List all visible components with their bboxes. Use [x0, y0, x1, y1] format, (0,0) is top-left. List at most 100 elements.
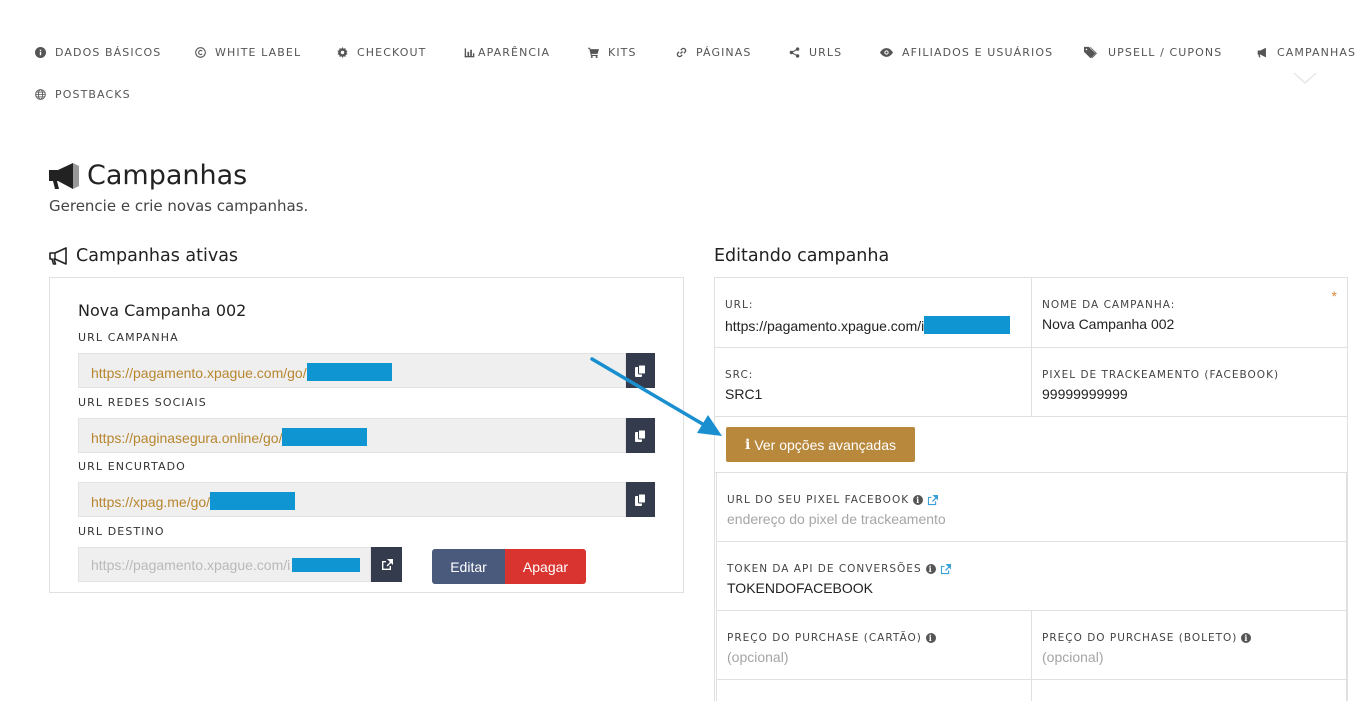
url-field-value: https://pagamento.xpague.com/i	[725, 316, 1011, 334]
campaign-name-field[interactable]: NOME DA CAMPANHA: Nova Campanha 002 *	[1031, 278, 1347, 348]
pixel-url-label: URL DO SEU PIXEL FACEBOOK i	[727, 494, 939, 506]
next-field-right[interactable]	[1031, 680, 1347, 701]
copy-icon	[634, 493, 646, 506]
nav-tab-label: WHITE LABEL	[215, 46, 302, 59]
nav-tab-paginas[interactable]: PÁGINAS	[675, 46, 751, 59]
pixel-value: 99999999999	[1042, 386, 1128, 402]
nav-tab-label: POSTBACKS	[55, 88, 131, 101]
edit-campaign-form: URL: https://pagamento.xpague.com/i NOME…	[714, 277, 1348, 701]
pixel-url-label-text: URL DO SEU PIXEL FACEBOOK	[727, 494, 910, 506]
campaign-name-label: NOME DA CAMPANHA:	[1042, 299, 1176, 311]
info-icon: i	[925, 564, 936, 574]
pixel-field[interactable]: PIXEL DE TRACKEAMENTO (FACEBOOK) 9999999…	[1031, 348, 1347, 417]
url-campanha-value: https://pagamento.xpague.com/go/	[91, 365, 307, 381]
advanced-options-label: Ver opções avançadas	[754, 436, 896, 453]
nav-tab-label: AFILIADOS E USUÁRIOS	[902, 46, 1054, 59]
nav-tab-label: PÁGINAS	[696, 46, 752, 59]
url-destino-label: URL DESTINO	[78, 525, 165, 538]
info-circle-icon	[34, 47, 46, 59]
open-url-destino-button[interactable]	[371, 547, 402, 582]
nav-tab-campanhas[interactable]: CAMPANHAS	[1256, 46, 1356, 59]
redaction-mask	[306, 363, 392, 381]
copy-url-campanha-button[interactable]	[626, 353, 655, 388]
eye-icon	[879, 47, 893, 59]
campaign-card: Nova Campanha 002 URL CAMPANHA https://p…	[49, 277, 684, 593]
external-link-icon	[381, 558, 393, 570]
nav-tab-aparencia[interactable]: APARÊNCIA	[463, 46, 550, 59]
pixel-url-placeholder: endereço do pixel de trackeamento	[727, 511, 946, 527]
nav-tab-label: CHECKOUT	[357, 46, 427, 59]
redaction-mask	[282, 428, 368, 446]
share-icon	[788, 47, 800, 59]
nav-tab-postbacks[interactable]: POSTBACKS	[34, 88, 131, 101]
advanced-options-button[interactable]: i Ver opções avançadas	[726, 427, 915, 462]
active-tab-indicator	[1293, 72, 1317, 84]
active-campaigns-title: Campanhas ativas	[49, 246, 238, 266]
preco-boleto-field[interactable]: PREÇO DO PURCHASE (BOLETO) i (opcional)	[1031, 611, 1347, 680]
url-redes-value: https://paginasegura.online/go/	[91, 430, 283, 446]
url-field-text: https://pagamento.xpague.com/i	[725, 318, 925, 334]
info-icon: i	[925, 633, 936, 643]
nav-tab-label: UPSELL / CUPONS	[1108, 46, 1223, 59]
page-title-text: Campanhas	[87, 160, 248, 191]
nav-tab-checkout[interactable]: CHECKOUT	[336, 46, 426, 59]
url-redes-field[interactable]: https://paginasegura.online/go/	[78, 418, 626, 453]
megaphone-icon	[49, 162, 79, 189]
copy-icon	[634, 429, 646, 442]
next-field-left[interactable]	[716, 680, 1031, 701]
nav-tab-label: URLS	[809, 46, 843, 59]
preco-boleto-label: PREÇO DO PURCHASE (BOLETO) i	[1042, 632, 1252, 644]
nav-tab-afiliados[interactable]: AFILIADOS E USUÁRIOS	[879, 46, 1053, 59]
copy-url-redes-button[interactable]	[626, 418, 655, 453]
token-label: TOKEN DA API DE CONVERSÕES i	[727, 563, 951, 575]
bar-chart-icon	[463, 47, 475, 59]
nav-tab-kits[interactable]: KITS	[587, 46, 637, 59]
preco-boleto-label-text: PREÇO DO PURCHASE (BOLETO)	[1042, 632, 1238, 644]
info-icon: i	[1241, 633, 1252, 643]
preco-cartao-label: PREÇO DO PURCHASE (CARTÃO) i	[727, 632, 936, 644]
url-encurtado-value: https://xpag.me/go/	[91, 494, 211, 510]
nav-tab-white-label[interactable]: WHITE LABEL	[194, 46, 301, 59]
page-title: Campanhas	[49, 160, 247, 191]
redaction-mask	[210, 492, 296, 510]
delete-button[interactable]: Apagar	[505, 549, 586, 584]
url-field[interactable]: URL: https://pagamento.xpague.com/i	[715, 278, 1031, 348]
token-field[interactable]: TOKEN DA API DE CONVERSÕES i TOKENDOFACEB…	[716, 542, 1347, 611]
cart-icon	[587, 47, 599, 59]
nav-tab-urls[interactable]: URLS	[788, 46, 842, 59]
required-mark: *	[1331, 288, 1337, 304]
redaction-mask	[292, 558, 361, 572]
copy-icon	[634, 364, 646, 377]
pixel-label: PIXEL DE TRACKEAMENTO (FACEBOOK)	[1042, 369, 1280, 381]
nav-tab-label: KITS	[608, 46, 637, 59]
copy-url-encurtado-button[interactable]	[626, 482, 655, 517]
url-field-label: URL:	[725, 299, 754, 311]
megaphone-icon	[1256, 47, 1268, 59]
nav-tab-dados-basicos[interactable]: DADOS BÁSICOS	[34, 46, 161, 59]
campaign-name: Nova Campanha 002	[78, 301, 247, 320]
globe-icon	[34, 89, 46, 101]
token-label-text: TOKEN DA API DE CONVERSÕES	[727, 563, 922, 575]
campaign-name-value: Nova Campanha 002	[1042, 316, 1175, 332]
link-icon	[675, 47, 687, 59]
tags-icon	[1083, 46, 1097, 59]
preco-boleto-placeholder: (opcional)	[1042, 649, 1104, 665]
nav-tab-label: DADOS BÁSICOS	[55, 46, 162, 59]
nav-tab-label: CAMPANHAS	[1277, 46, 1357, 59]
pixel-url-field[interactable]: URL DO SEU PIXEL FACEBOOK i endereço do p…	[716, 473, 1347, 542]
src-field[interactable]: SRC: SRC1	[715, 348, 1031, 417]
preco-cartao-field[interactable]: PREÇO DO PURCHASE (CARTÃO) i (opcional)	[716, 611, 1031, 680]
external-link-icon[interactable]	[940, 563, 951, 575]
edit-button[interactable]: Editar	[432, 549, 505, 584]
url-destino-value: https://pagamento.xpague.com/i	[91, 557, 291, 573]
src-value: SRC1	[725, 386, 763, 402]
nav-tab-upsell[interactable]: UPSELL / CUPONS	[1083, 46, 1222, 59]
preco-cartao-placeholder: (opcional)	[727, 649, 789, 665]
external-link-icon[interactable]	[927, 494, 939, 506]
url-destino-field[interactable]: https://pagamento.xpague.com/i	[78, 547, 371, 582]
url-campanha-field[interactable]: https://pagamento.xpague.com/go/	[78, 353, 626, 388]
url-encurtado-field[interactable]: https://xpag.me/go/	[78, 482, 626, 517]
redaction-mask	[924, 316, 1011, 334]
active-campaigns-title-text: Campanhas ativas	[76, 246, 239, 266]
url-encurtado-label: URL ENCURTADO	[78, 460, 186, 473]
